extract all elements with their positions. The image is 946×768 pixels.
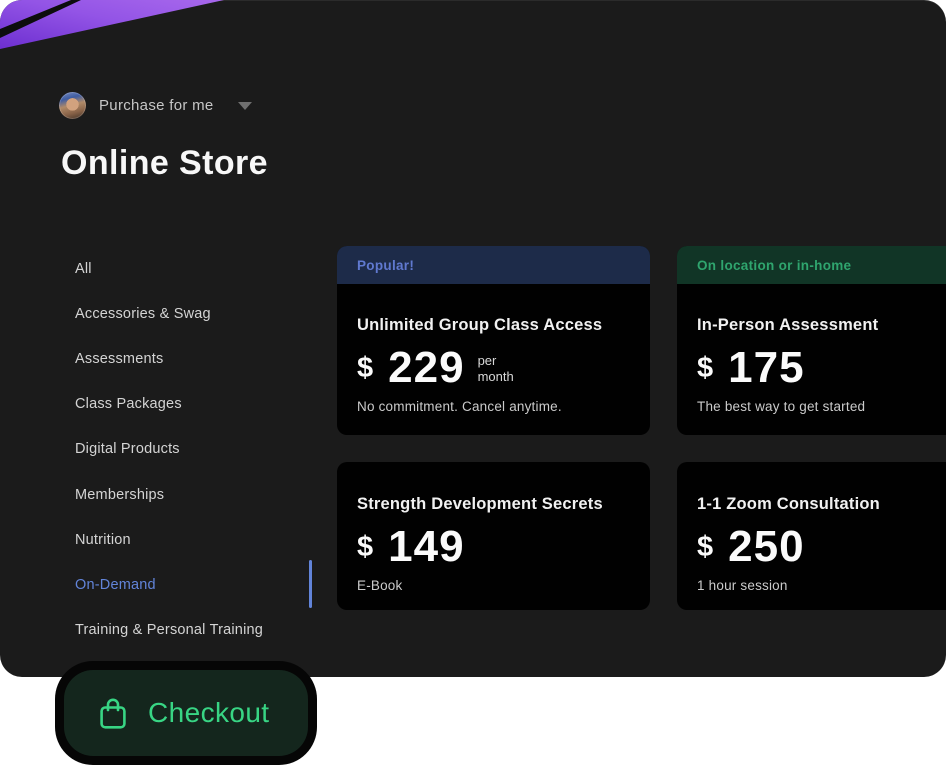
product-grid: Popular! Unlimited Group Class Access $229… [337, 246, 946, 610]
product-price: $229 per month [357, 346, 630, 390]
avatar [59, 92, 86, 119]
product-card-body: Strength Development Secrets $149 E-Book [337, 462, 650, 593]
price-period: per month [477, 353, 514, 384]
currency-symbol: $ [357, 351, 374, 384]
currency-symbol: $ [697, 351, 714, 384]
product-description: E-Book [357, 578, 403, 593]
price-amount: 250 [728, 522, 805, 571]
sidebar-item-training-personal-training[interactable]: Training & Personal Training [75, 608, 305, 653]
category-sidebar: All Accessories & Swag Assessments Class Pa… [75, 246, 305, 653]
sidebar-item-memberships[interactable]: Memberships [75, 472, 305, 517]
product-price: $175 [697, 346, 946, 390]
price-amount: 175 [728, 343, 805, 392]
checkout-button[interactable]: Checkout [64, 670, 308, 756]
sidebar-item-class-packages[interactable]: Class Packages [75, 382, 305, 427]
purchase-for-selector[interactable]: Purchase for me [59, 92, 252, 119]
currency-symbol: $ [697, 530, 714, 563]
sidebar-item-nutrition[interactable]: Nutrition [75, 517, 305, 562]
product-card-unlimited-group-class-access[interactable]: Popular! Unlimited Group Class Access $229… [337, 246, 650, 435]
online-store-panel: Purchase for me Online Store All Accessor… [0, 0, 946, 677]
product-badge: On location or in-home [677, 246, 946, 284]
sidebar-item-digital-products[interactable]: Digital Products [75, 427, 305, 472]
active-category-indicator [309, 560, 312, 608]
product-card-strength-development-secrets[interactable]: Strength Development Secrets $149 E-Book [337, 462, 650, 610]
checkout-button-outline: Checkout [55, 661, 317, 765]
product-description: The best way to get started [697, 399, 866, 414]
product-price: $149 [357, 525, 630, 569]
product-title: Strength Development Secrets [357, 495, 603, 513]
currency-symbol: $ [357, 530, 374, 563]
product-price: $250 [697, 525, 946, 569]
product-title: Unlimited Group Class Access [357, 316, 603, 334]
price-amount: 149 [388, 522, 465, 571]
sidebar-item-all[interactable]: All [75, 246, 305, 291]
page-title: Online Store [61, 144, 268, 182]
product-card-body: 1-1 Zoom Consultation $250 1 hour session [677, 462, 946, 593]
purchase-for-label: Purchase for me [99, 97, 214, 114]
checkout-label: Checkout [148, 697, 270, 728]
product-card-in-person-assessment[interactable]: On location or in-home In-Person Assessme… [677, 246, 946, 435]
shopping-bag-icon [100, 698, 126, 729]
price-amount: 229 [388, 343, 465, 392]
product-description: 1 hour session [697, 578, 788, 593]
sidebar-item-assessments[interactable]: Assessments [75, 336, 305, 381]
product-description: No commitment. Cancel anytime. [357, 399, 562, 414]
purple-swoosh-decoration [0, 0, 224, 49]
product-title: In-Person Assessment [697, 316, 879, 334]
product-card-1-1-zoom-consultation[interactable]: 1-1 Zoom Consultation $250 1 hour session [677, 462, 946, 610]
product-badge: Popular! [337, 246, 650, 284]
sidebar-item-accessories-swag[interactable]: Accessories & Swag [75, 291, 305, 336]
product-card-body: Unlimited Group Class Access $229 per month… [337, 284, 650, 414]
chevron-down-icon [237, 101, 252, 110]
product-card-body: In-Person Assessment $175 The best way to … [677, 284, 946, 414]
product-title: 1-1 Zoom Consultation [697, 495, 880, 513]
sidebar-item-on-demand[interactable]: On-Demand [75, 562, 305, 607]
